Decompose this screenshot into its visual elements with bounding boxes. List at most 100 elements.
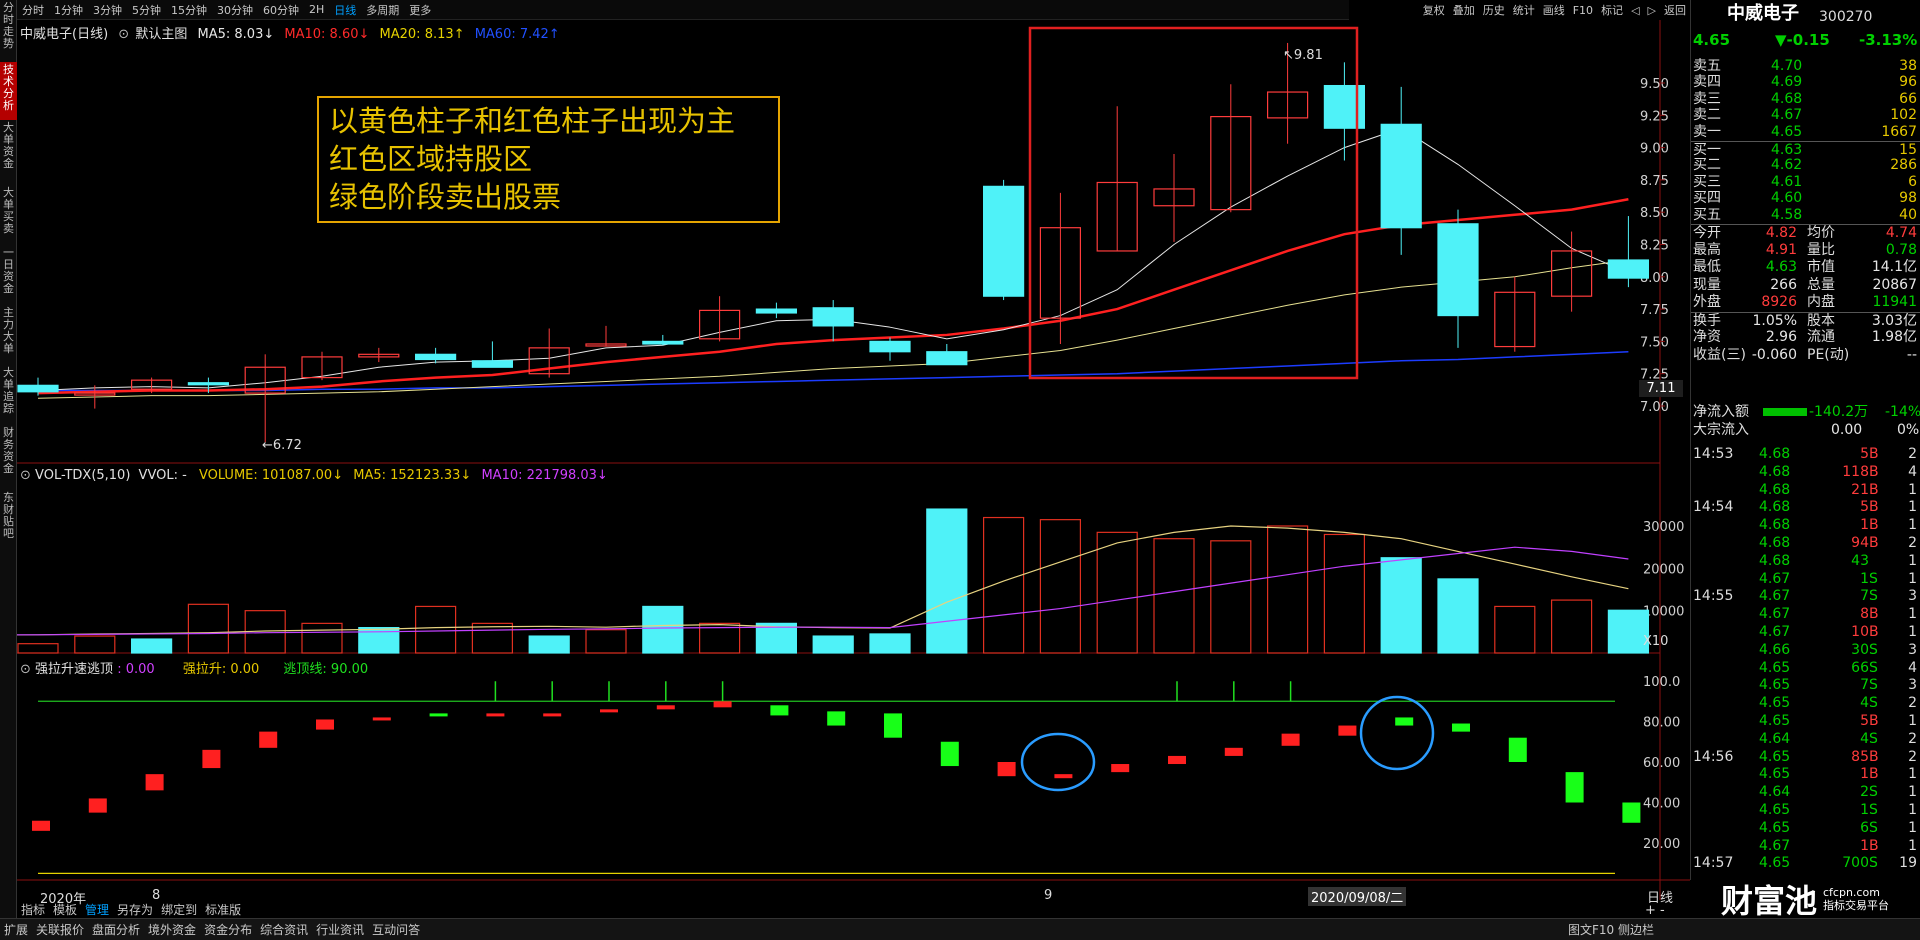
order-book-row[interactable]: 卖五 4.70 38 (1691, 58, 1920, 74)
period-tab-10[interactable]: 更多 (404, 2, 436, 18)
tick-row: 4.67 8 B 1 (1691, 606, 1920, 622)
left-tab-2[interactable]: 大单资金 (0, 120, 17, 178)
tool-button-8[interactable]: ▷ (1644, 4, 1660, 17)
bottom-tab-0[interactable]: 扩展 (0, 921, 32, 938)
tick-count: 19 (1899, 855, 1917, 872)
settings-icon[interactable]: ⊙ (118, 27, 129, 42)
quote-value: 11941 (1872, 294, 1917, 310)
template-label[interactable]: 默认主图 (135, 27, 187, 42)
volume-tick-label: 20000 (1643, 562, 1684, 577)
tick-row: 4.68 1 B 1 (1691, 517, 1920, 533)
tick-side: S (1869, 695, 1878, 712)
order-book-row[interactable]: 买五 4.58 40 (1691, 207, 1920, 223)
bottom-tab-4[interactable]: 资金分布 (200, 921, 256, 938)
indicator-bar (543, 713, 562, 717)
bottom-tab-2[interactable]: 盘面分析 (88, 921, 144, 938)
tool-button-7[interactable]: ◁ (1627, 4, 1643, 17)
template-tab-1[interactable]: 模板 (49, 901, 81, 918)
tool-button-3[interactable]: 统计 (1509, 2, 1539, 18)
left-tab-4[interactable]: 一日资金 (0, 245, 17, 303)
period-tab-5[interactable]: 30分钟 (212, 2, 258, 18)
tick-row: 4.67 1 B 1 (1691, 838, 1920, 854)
tool-button-9[interactable]: 返回 (1660, 2, 1690, 18)
bottom-right-tabs[interactable]: 图文F10 侧边栏 (1564, 921, 1658, 938)
tick-count: 1 (1908, 499, 1917, 516)
bottom-tab-7[interactable]: 互动问答 (368, 921, 424, 938)
tick-volume: 6 (1860, 819, 1869, 836)
indicator-tick-label: 60.00 (1643, 756, 1680, 771)
indicator-bar (1111, 764, 1130, 773)
tick-price: 4.65 (1759, 819, 1791, 836)
annotation-line-2: 红色区域持股区 (329, 142, 533, 176)
left-tab-3[interactable]: 大单买卖 (0, 185, 17, 243)
left-tab-0[interactable]: 分时走势 (0, 0, 17, 58)
period-tab-0[interactable]: 分时 (17, 2, 49, 18)
order-book-row[interactable]: 卖二 4.67 102 (1691, 107, 1920, 123)
order-book-row[interactable]: 买二 4.62 286 (1691, 157, 1920, 173)
tool-button-5[interactable]: F10 (1569, 4, 1597, 17)
period-tab-9[interactable]: 多周期 (361, 2, 404, 18)
bottom-tab-1[interactable]: 关联报价 (32, 921, 88, 938)
candle-body (982, 185, 1025, 297)
order-book-row[interactable]: 卖四 4.69 96 (1691, 74, 1920, 90)
order-book-row[interactable]: 买四 4.60 98 (1691, 190, 1920, 206)
kline-chart-area[interactable]: 9.509.259.008.758.508.258.007.757.507.25… (17, 20, 1690, 900)
bottom-tab-5[interactable]: 综合资讯 (256, 921, 312, 938)
order-book-row[interactable]: 卖三 4.68 66 (1691, 91, 1920, 107)
left-tab-1[interactable]: 技术分析 (0, 62, 17, 120)
period-tab-3[interactable]: 5分钟 (127, 2, 166, 18)
order-book-row[interactable]: 买一 4.63 15 (1691, 141, 1920, 158)
volume-settings-icon[interactable]: ⊙ (20, 468, 31, 483)
left-tab-6[interactable]: 大单追踪 (0, 365, 17, 423)
quote-value: 4.91 (1765, 241, 1797, 258)
tick-side: S (1869, 819, 1878, 836)
volume-bar (301, 622, 343, 654)
left-tab-7[interactable]: 财务资金 (0, 425, 17, 483)
candle-body (1437, 223, 1479, 317)
tick-price: 4.68 (1759, 535, 1791, 551)
ma60-label: MA60: 7.42↑ (474, 27, 560, 42)
period-tab-6[interactable]: 60分钟 (258, 2, 304, 18)
tool-button-0[interactable]: 复权 (1419, 2, 1449, 18)
tool-button-4[interactable]: 画线 (1539, 2, 1569, 18)
tool-button-1[interactable]: 叠加 (1449, 2, 1479, 18)
tool-button-6[interactable]: 标记 (1597, 2, 1627, 18)
order-level-label: 卖五 (1693, 58, 1721, 74)
ma5-label: MA5: 8.03↓ (197, 27, 275, 42)
tick-count: 1 (1908, 481, 1917, 498)
left-tab-5[interactable]: 主力大单 (0, 305, 17, 363)
template-tab-4[interactable]: 绑定到 (157, 901, 201, 918)
left-tab-8[interactable]: 东财贴吧 (0, 490, 17, 550)
quote-value: 4.82 (1765, 225, 1797, 241)
order-volume: 102 (1890, 107, 1917, 124)
tick-price: 4.65 (1759, 713, 1791, 729)
indicator-bar (145, 774, 164, 791)
order-book-row[interactable]: 卖一 4.65 1667 (1691, 124, 1920, 140)
period-tab-1[interactable]: 1分钟 (49, 2, 88, 18)
period-tab-4[interactable]: 15分钟 (166, 2, 212, 18)
indicator-settings-icon[interactable]: ⊙ (20, 662, 31, 677)
tool-button-2[interactable]: 历史 (1479, 2, 1509, 18)
indicator-bar (1281, 733, 1300, 746)
order-book-row[interactable]: 买三 4.61 6 (1691, 174, 1920, 190)
tick-side: B (1869, 624, 1879, 640)
bottom-tab-3[interactable]: 境外资金 (144, 921, 200, 938)
tick-side: S (1869, 659, 1878, 676)
tick-row: 4.65 1 B 1 (1691, 766, 1920, 782)
period-tab-7[interactable]: 2H (304, 3, 329, 16)
tick-volume: 7 (1860, 677, 1869, 694)
template-tab-2[interactable]: 管理 (81, 901, 113, 918)
template-tab-5[interactable]: 标准版 (201, 901, 245, 918)
tick-side: B (1869, 713, 1879, 729)
bottom-tab-6[interactable]: 行业资讯 (312, 921, 368, 938)
tick-side: B (1869, 535, 1879, 551)
template-tab-3[interactable]: 另存为 (113, 901, 157, 918)
period-tab-2[interactable]: 3分钟 (88, 2, 127, 18)
template-tab-0[interactable]: 指标 (17, 901, 49, 918)
volume-title: VOL-TDX(5,10) (35, 468, 131, 483)
indicator-title: 强拉升速逃顶 (35, 662, 114, 677)
logo-main: 财富池 (1720, 882, 1817, 920)
volume-bar (130, 638, 173, 654)
zoom-controls[interactable]: + - (1645, 903, 1665, 918)
period-tab-8[interactable]: 日线 (329, 2, 361, 18)
